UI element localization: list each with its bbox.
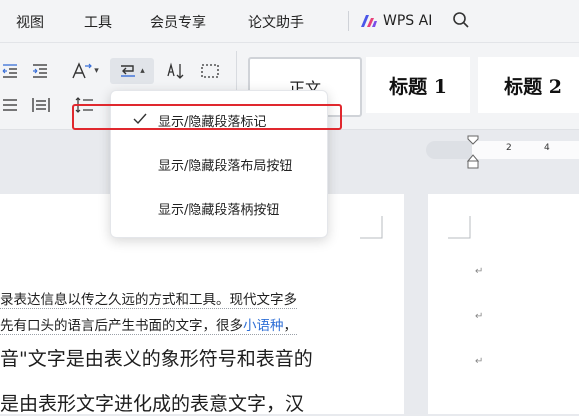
decrease-indent-icon bbox=[2, 64, 17, 78]
distributed-align-button[interactable] bbox=[30, 95, 52, 115]
show-borders-button[interactable] bbox=[198, 61, 222, 81]
paragraph-mark-icon bbox=[121, 65, 136, 77]
paragraph-line: 先有口头的语言后产生书面的文字，很多小语种， bbox=[0, 314, 297, 335]
ruler-tick: 4 bbox=[544, 143, 550, 153]
sort-icon bbox=[167, 62, 184, 79]
paragraph-mark: ↵ bbox=[475, 311, 484, 322]
page-corner-mark bbox=[360, 216, 383, 239]
text-direction-button[interactable]: ▾ bbox=[64, 61, 104, 81]
paragraph-line: 音"文字是由表义的象形符号和表音的 bbox=[0, 348, 313, 370]
align-justify-button[interactable] bbox=[0, 95, 20, 115]
search-icon[interactable] bbox=[452, 11, 470, 29]
chevron-down-icon: ▾ bbox=[94, 66, 99, 76]
paragraph-mark: ↵ bbox=[475, 356, 484, 367]
menu-tools[interactable]: 工具 bbox=[84, 12, 112, 32]
style-heading-1[interactable]: 标题 1 bbox=[366, 57, 470, 113]
menu-member[interactable]: 会员专享 bbox=[150, 12, 206, 32]
increase-indent-button[interactable] bbox=[30, 61, 50, 81]
wps-ai-logo-icon bbox=[361, 15, 377, 27]
ruler-tick: 2 bbox=[506, 143, 512, 153]
text-direction-icon bbox=[72, 62, 93, 79]
decrease-indent-button[interactable] bbox=[0, 61, 20, 81]
highlight-annotation bbox=[72, 104, 342, 130]
ruler-active-area bbox=[472, 141, 579, 159]
menu-thesis-assistant[interactable]: 论文助手 bbox=[248, 12, 304, 32]
paragraph-mark-toggle-button[interactable]: ▴ bbox=[110, 58, 154, 84]
wps-ai-label: WPS AI bbox=[383, 13, 433, 29]
ruler[interactable]: 2 4 bbox=[426, 135, 579, 169]
wps-ai-button[interactable]: WPS AI bbox=[360, 10, 432, 32]
menu-bar: 视图 工具 会员专享 论文助手 WPS AI bbox=[0, 0, 579, 43]
sort-button[interactable] bbox=[164, 61, 188, 81]
paragraph-line: 录表达信息以传之久远的方式和工具。现代文字多 bbox=[0, 288, 297, 309]
align-justify-icon bbox=[3, 99, 17, 111]
paragraph-line: 是由表形文字进化成的表意文字，汉 bbox=[0, 393, 305, 415]
menu-view[interactable]: 视图 bbox=[16, 12, 44, 32]
style-heading-2[interactable]: 标题 2 bbox=[478, 57, 579, 113]
menu-divider bbox=[348, 11, 349, 31]
menu-item-label: 显示/隐藏段落布局按钮 bbox=[158, 159, 293, 174]
chevron-up-icon: ▴ bbox=[140, 66, 145, 76]
text-run: 先有口头的语言后产生书面的文字，很多 bbox=[0, 318, 243, 334]
borders-icon bbox=[201, 64, 219, 78]
paragraph-mark: ↵ bbox=[475, 266, 484, 277]
menu-item-toggle-layout-buttons[interactable]: 显示/隐藏段落布局按钮 bbox=[111, 147, 327, 181]
distributed-align-icon bbox=[32, 98, 50, 112]
document-page-next[interactable]: ↵ ↵ ↵ bbox=[428, 194, 579, 414]
indent-marker-icon[interactable] bbox=[467, 135, 479, 169]
increase-indent-icon bbox=[33, 64, 47, 78]
link-text[interactable]: 小语种 bbox=[243, 318, 284, 334]
menu-item-toggle-handle-buttons[interactable]: 显示/隐藏段落柄按钮 bbox=[111, 191, 327, 225]
menu-item-label: 显示/隐藏段落柄按钮 bbox=[158, 203, 280, 218]
text-run: ， bbox=[283, 318, 298, 334]
page-corner-mark bbox=[448, 216, 471, 239]
